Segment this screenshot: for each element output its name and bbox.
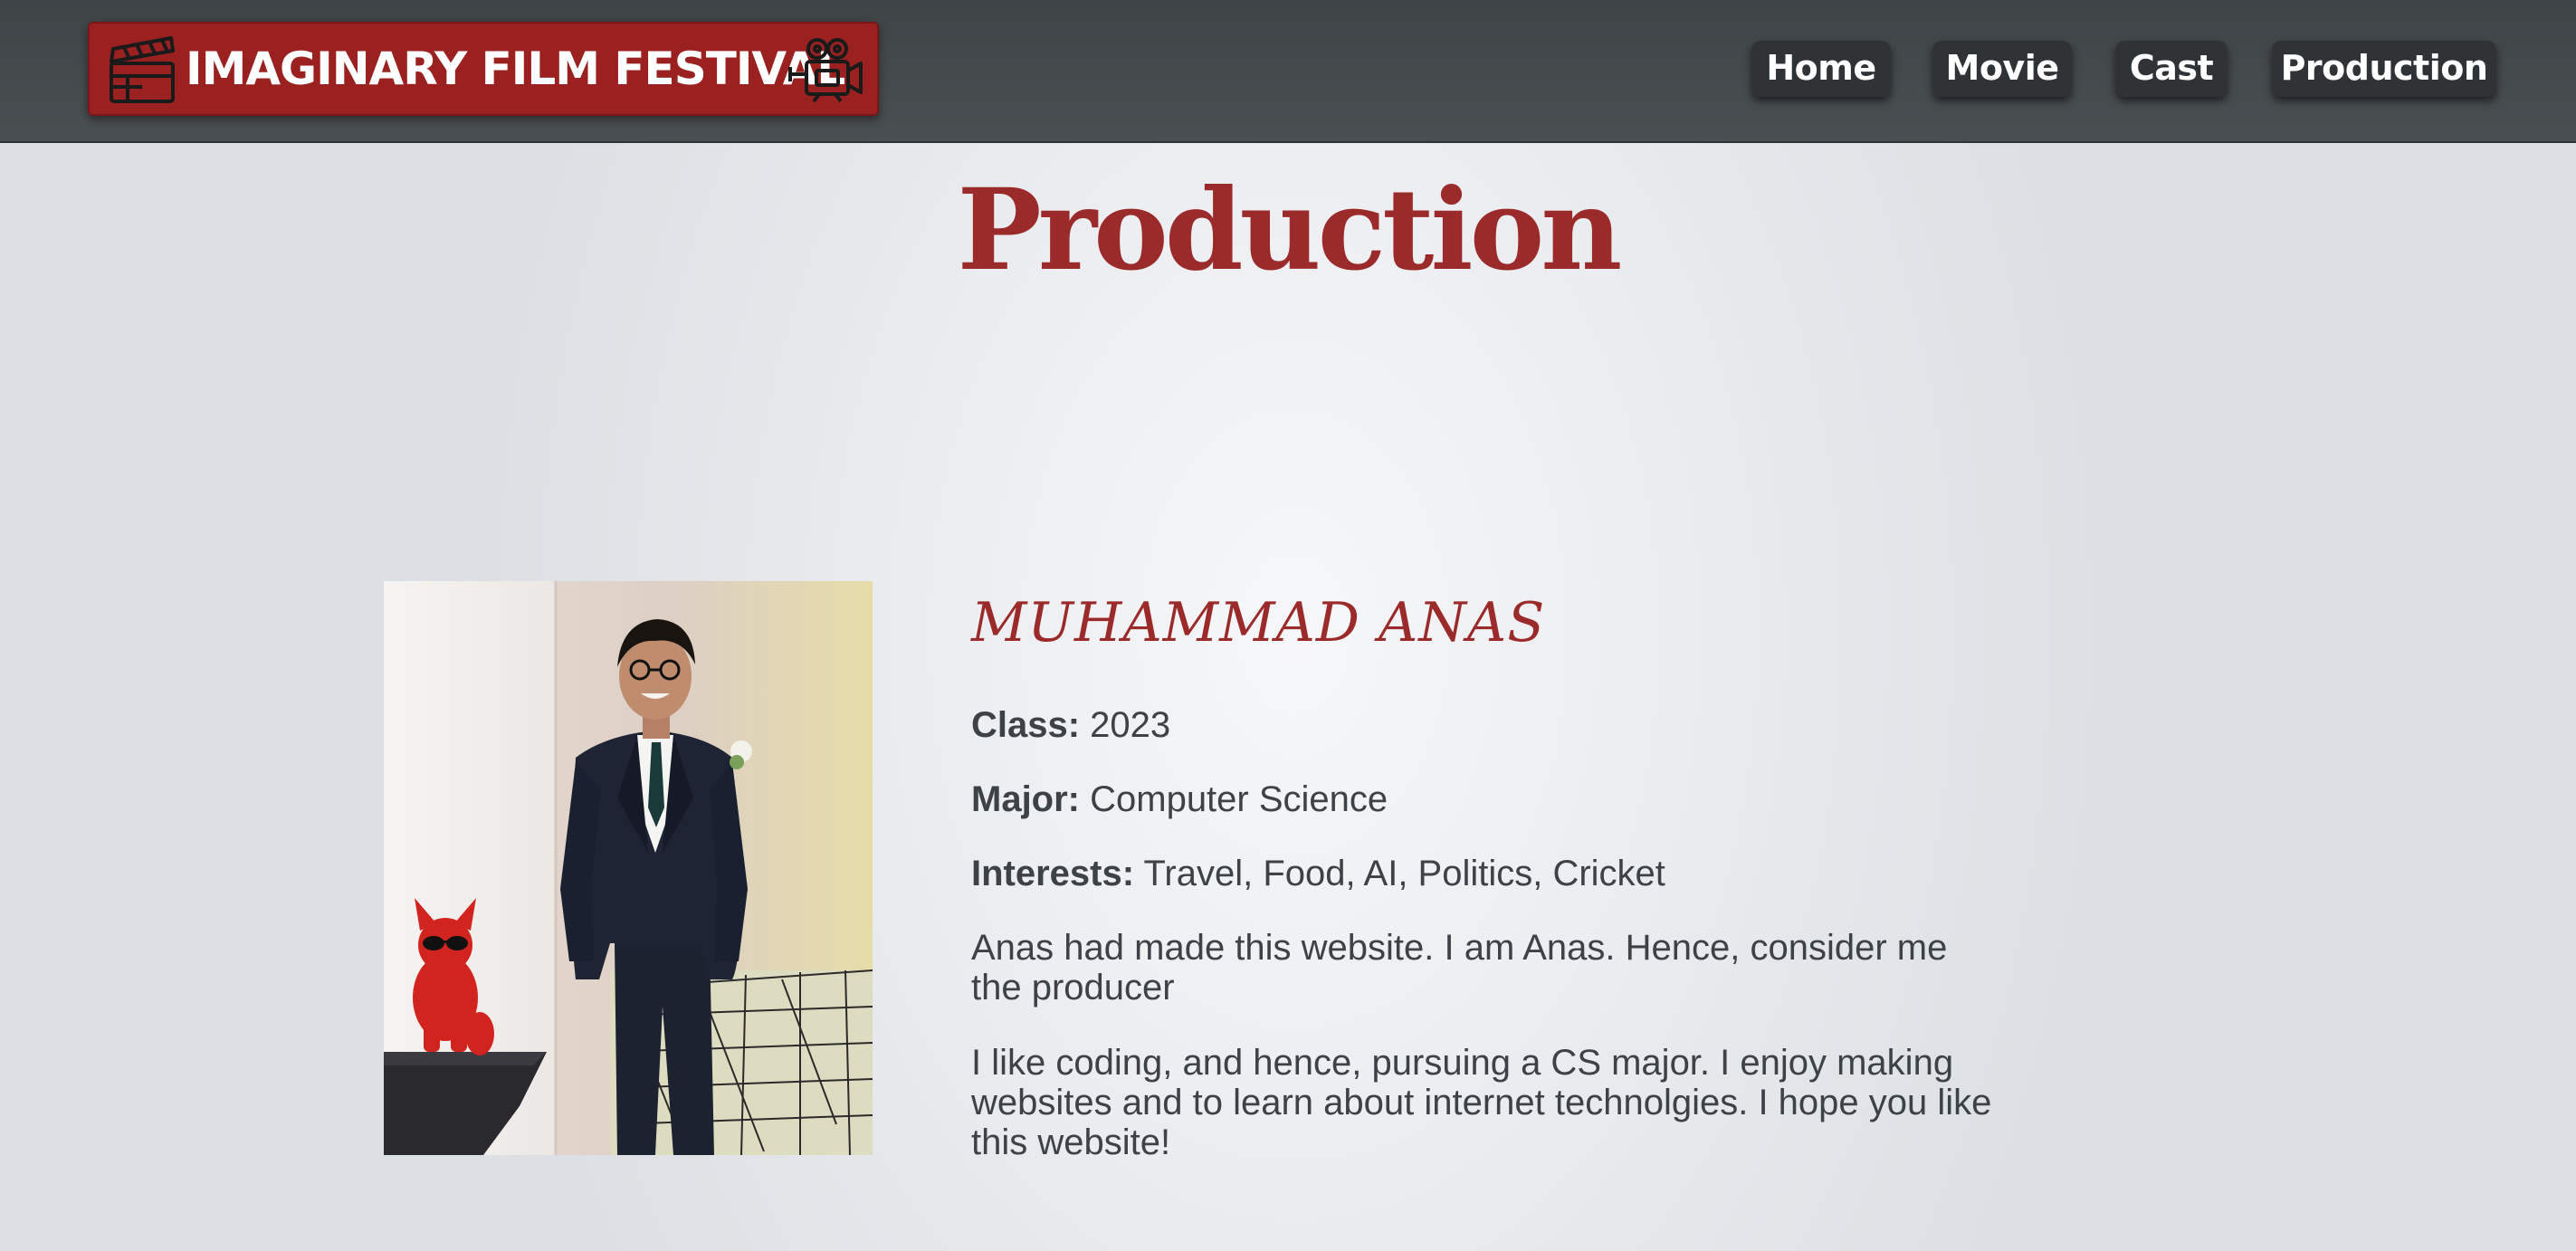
major-row: Major: Computer Science	[971, 779, 1388, 819]
interests-row: Interests: Travel, Food, AI, Politics, C…	[971, 854, 1665, 893]
movie-camera-icon	[788, 38, 863, 103]
bio-paragraph-1: Anas had made this website. I am Anas. H…	[971, 928, 1948, 1007]
producer-photo	[384, 581, 873, 1155]
page-title: Production	[957, 165, 1623, 296]
nav-cast-button[interactable]: Cast	[2115, 41, 2228, 97]
class-row: Class: 2023	[971, 705, 1170, 745]
bio-paragraph-2: I like coding, and hence, pursuing a CS …	[971, 1043, 1992, 1162]
nav-production-button[interactable]: Production	[2272, 41, 2496, 97]
producer-name: MUHAMMAD ANAS	[971, 591, 1546, 654]
clapperboard-icon	[110, 36, 175, 103]
site-header: IMAGINARY FILM FESTIVAL Home Movie Cast …	[0, 0, 2576, 143]
major-value: Computer Science	[1080, 779, 1388, 819]
logo-title: IMAGINARY FILM FESTIVAL	[186, 43, 845, 95]
site-logo[interactable]: IMAGINARY FILM FESTIVAL	[88, 22, 879, 116]
major-label: Major:	[971, 779, 1080, 819]
nav-movie-button[interactable]: Movie	[1932, 41, 2072, 97]
class-value: 2023	[1080, 705, 1171, 745]
nav-home-button[interactable]: Home	[1751, 41, 1891, 97]
class-label: Class:	[971, 705, 1081, 745]
interests-value: Travel, Food, AI, Politics, Cricket	[1134, 854, 1665, 893]
interests-label: Interests:	[971, 854, 1135, 893]
